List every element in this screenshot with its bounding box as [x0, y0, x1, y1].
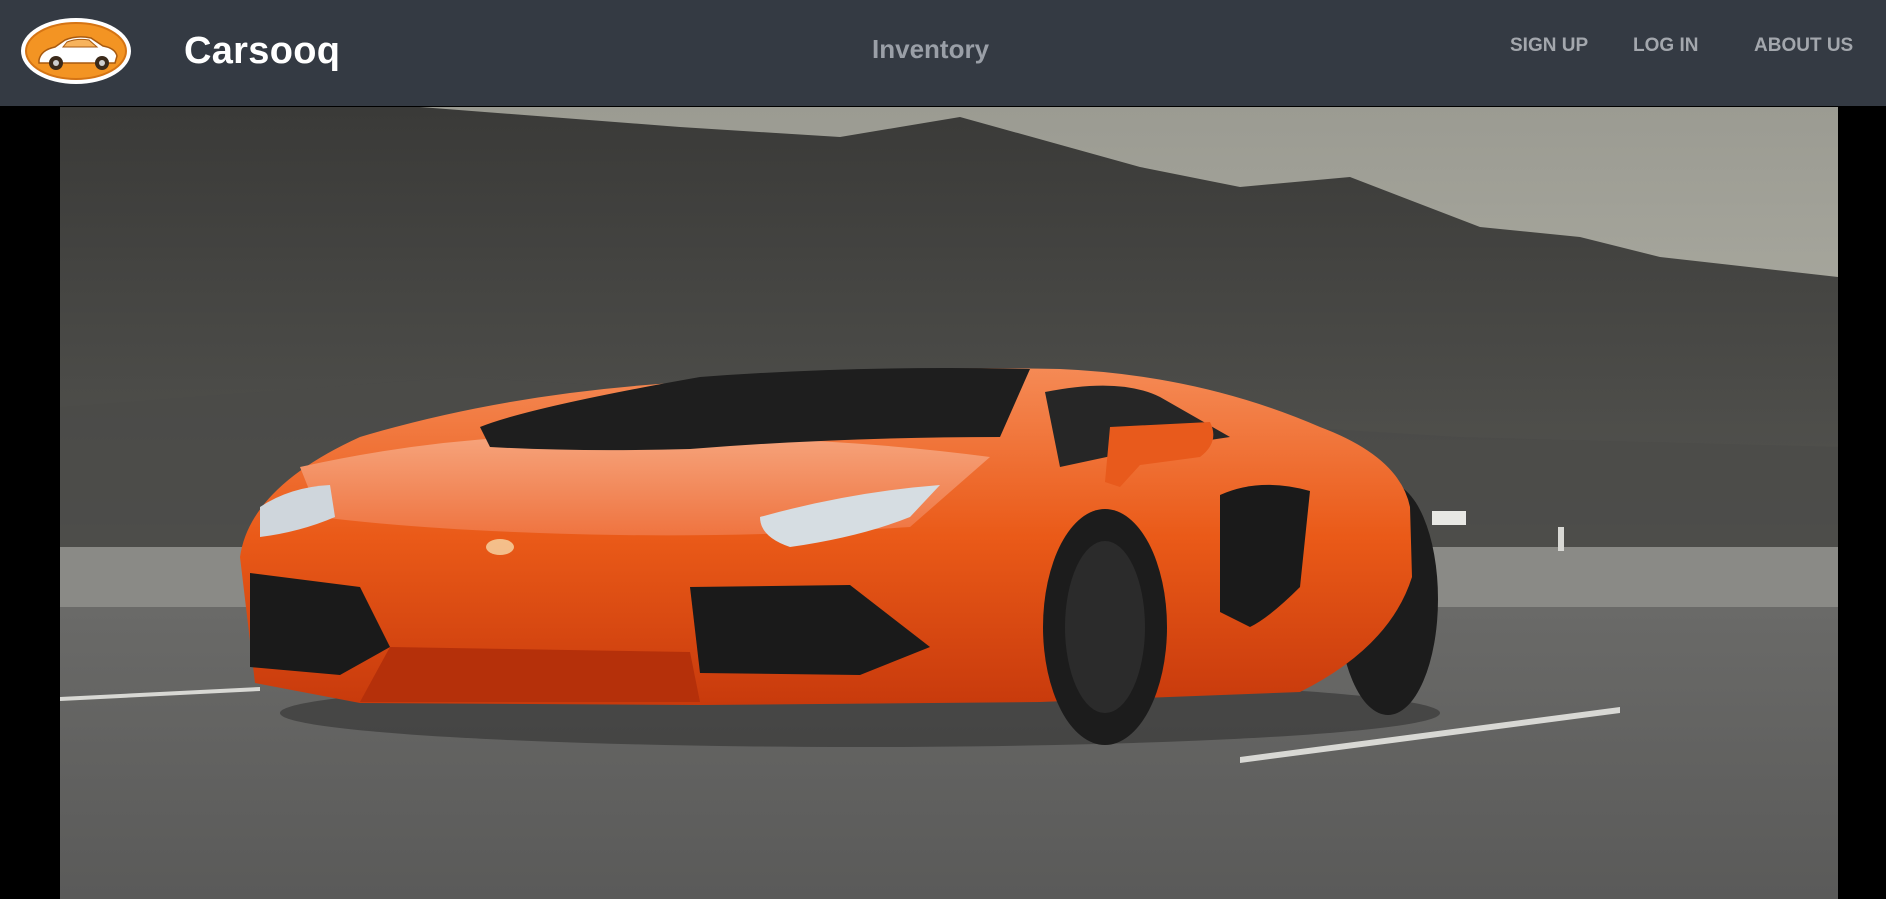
nav-signup-link[interactable]: SIGN UP: [1510, 36, 1588, 55]
nav-about-us-link[interactable]: ABOUT US: [1754, 36, 1853, 55]
top-navbar: Carsooq Inventory SIGN UP LOG IN ABOUT U…: [0, 0, 1886, 106]
car-logo-icon: [21, 18, 131, 84]
brand-home-link[interactable]: Carsooq: [19, 16, 340, 86]
nav-login-link[interactable]: LOG IN: [1633, 36, 1698, 55]
hero-banner-image: [60, 107, 1838, 899]
brand-name: Carsooq: [184, 30, 341, 72]
sports-car-photo: [60, 107, 1838, 899]
nav-inventory-link[interactable]: Inventory: [872, 36, 989, 62]
